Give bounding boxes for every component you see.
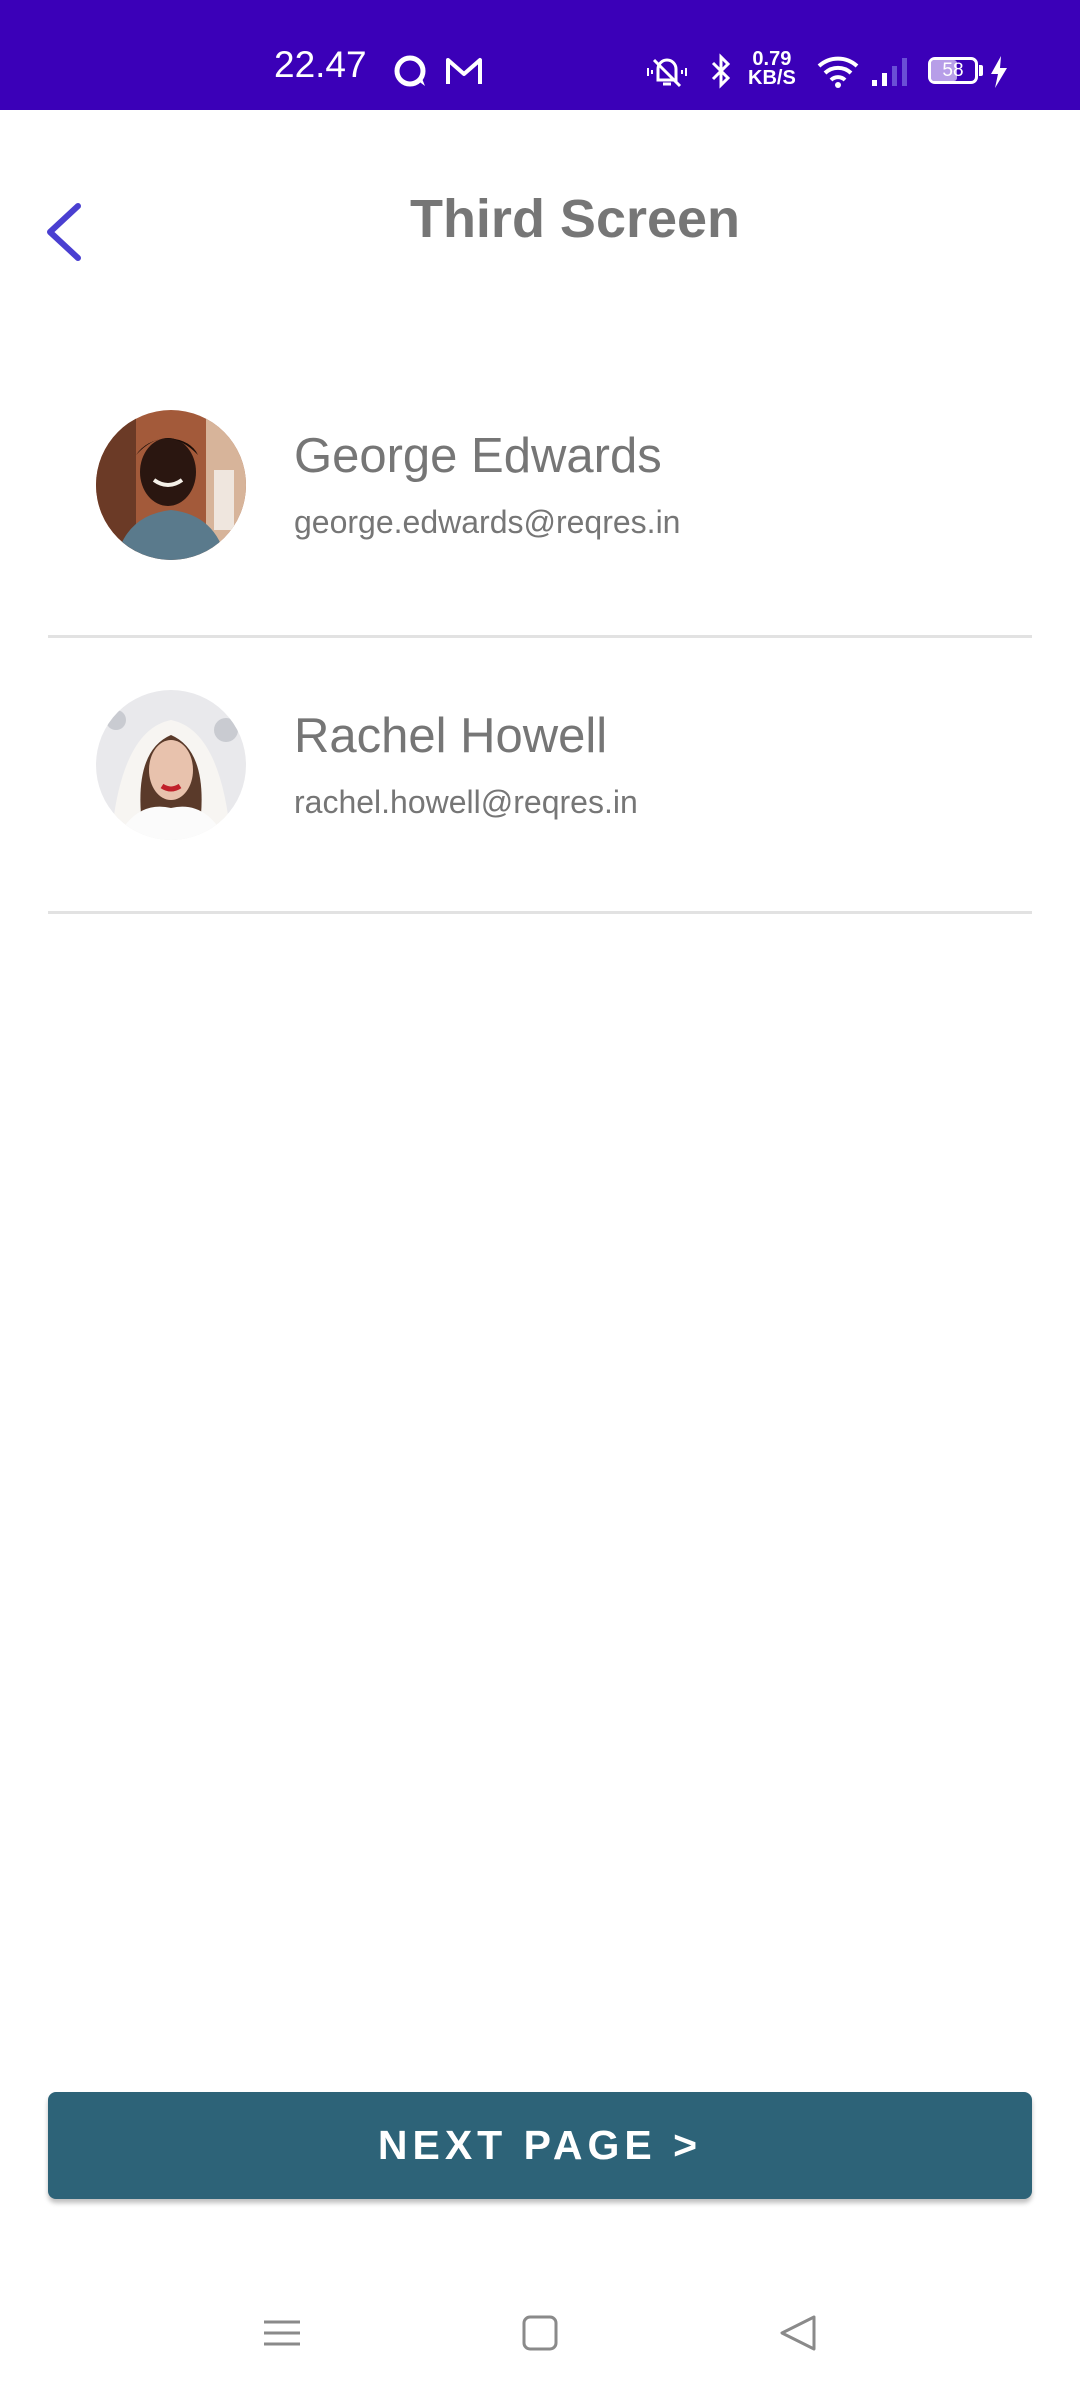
gmail-icon	[444, 56, 484, 91]
avatar	[96, 690, 246, 840]
mute-icon	[644, 52, 690, 97]
status-bar: 22.47 0.79 KB/S 58	[0, 0, 1080, 110]
bluetooth-icon	[708, 52, 734, 95]
chat-bubble-icon	[393, 54, 429, 95]
wifi-icon	[816, 54, 860, 93]
navigation-bar	[0, 2280, 1080, 2400]
user-name: Rachel Howell	[294, 709, 608, 763]
home-square-icon	[480, 2315, 600, 2404]
network-speed: 0.79 KB/S	[748, 49, 796, 89]
page-title: Third Screen	[409, 189, 741, 249]
battery-icon: 58	[928, 57, 978, 84]
list-item[interactable]: George Edwards george.edwards@reqres.in	[48, 362, 1032, 638]
avatar	[96, 410, 246, 560]
back-triangle-icon	[738, 2315, 858, 2404]
user-list: George Edwards george.edwards@reqres.in …	[48, 362, 1032, 914]
menu-icon	[222, 2320, 342, 2404]
battery-level: 58	[942, 60, 964, 81]
status-time: 22.47	[274, 44, 367, 85]
user-email: rachel.howell@reqres.in	[294, 784, 638, 820]
battery-cap	[979, 65, 983, 76]
home-button[interactable]	[480, 2280, 600, 2400]
menu-button[interactable]	[222, 2280, 342, 2400]
next-page-button[interactable]: NEXT PAGE >	[48, 2092, 1032, 2199]
user-email: george.edwards@reqres.in	[294, 504, 681, 540]
signal-icon	[870, 54, 914, 93]
network-speed-unit: KB/S	[748, 67, 796, 89]
user-name: George Edwards	[294, 429, 662, 483]
back-nav-button[interactable]	[738, 2280, 858, 2400]
list-item[interactable]: Rachel Howell rachel.howell@reqres.in	[48, 638, 1032, 914]
chevron-left-icon	[36, 203, 96, 276]
charging-icon	[988, 54, 1010, 95]
